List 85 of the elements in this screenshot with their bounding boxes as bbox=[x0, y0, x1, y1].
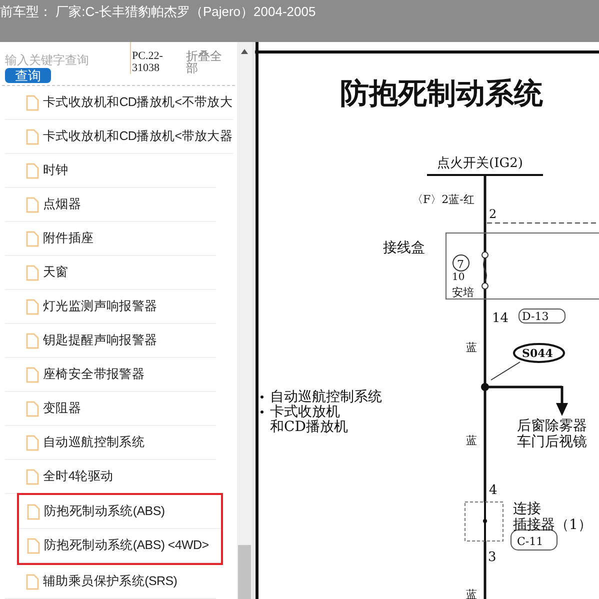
search-field[interactable]: 输入关键字查询 bbox=[5, 51, 125, 68]
bullet-dots bbox=[260, 396, 264, 414]
fuse-rating: 10 bbox=[452, 272, 465, 283]
connector-code-frame bbox=[510, 530, 558, 550]
diagram-label: 插接器（1） bbox=[513, 517, 592, 533]
file-list-item[interactable]: 时钟 bbox=[5, 154, 216, 188]
file-icon bbox=[26, 434, 39, 450]
file-icon bbox=[26, 366, 39, 382]
scroll-up-icon[interactable] bbox=[241, 49, 248, 54]
item-label: 点烟器 bbox=[43, 196, 82, 214]
diagram-label: 接线盒 bbox=[383, 240, 425, 256]
connector-drawing bbox=[464, 502, 504, 542]
diagram-label: 后窗除雾器 bbox=[517, 418, 587, 434]
bullet-item: 卡式收放机 bbox=[270, 404, 340, 420]
file-list-item[interactable]: 卡式收放机和CD播放机<不带放大 bbox=[5, 86, 233, 120]
file-list-item[interactable]: 变阻器 bbox=[5, 392, 216, 426]
file-icon bbox=[27, 538, 40, 554]
part-code: PC.22-31038 bbox=[130, 42, 176, 74]
wire-color: 蓝 bbox=[466, 341, 477, 354]
file-icon bbox=[26, 94, 39, 110]
file-list-item[interactable]: 全时4轮驱动 bbox=[5, 460, 216, 494]
search-button[interactable]: 查询 bbox=[5, 68, 51, 83]
diagram-label: 点火开关(IG2) bbox=[437, 156, 523, 171]
file-icon bbox=[26, 196, 39, 212]
item-label: 全时4轮驱动 bbox=[43, 468, 114, 486]
file-icon bbox=[26, 264, 39, 280]
window-title: 前车型： 厂家:C-长丰猎豹帕杰罗（Pajero）2004-2005 bbox=[0, 3, 316, 21]
file-icon bbox=[26, 162, 39, 178]
pin-number: 14 bbox=[492, 311, 509, 326]
fuse-number: 7 bbox=[457, 258, 464, 271]
diagram-label: 〈F〉2蓝-红 bbox=[412, 193, 474, 206]
leader-line bbox=[490, 362, 520, 380]
collapse-all-link[interactable]: 折叠全部 bbox=[186, 42, 228, 74]
wire-color: 蓝 bbox=[466, 588, 477, 599]
file-icon bbox=[26, 230, 39, 246]
file-list-item[interactable]: 自动巡航控制系统 bbox=[5, 426, 216, 460]
item-label: 卡式收放机和CD播放机<带放大器 bbox=[43, 128, 233, 146]
scrollbar[interactable] bbox=[237, 42, 252, 599]
item-label: 防抱死制动系统(ABS) <4WD> bbox=[44, 537, 209, 554]
item-label: 卡式收放机和CD播放机<不带放大 bbox=[43, 94, 233, 112]
file-icon bbox=[26, 298, 39, 314]
item-label: 变阻器 bbox=[43, 400, 82, 418]
file-list-item[interactable]: 灯光监测声响报警器 bbox=[5, 290, 216, 324]
bullet-item: 自动巡航控制系统 bbox=[270, 389, 382, 405]
item-label: 附件插座 bbox=[43, 230, 94, 248]
item-label: 防抱死制动系统(ABS) bbox=[44, 503, 165, 520]
bullet-item: 和CD播放机 bbox=[270, 419, 348, 435]
pin-number: 4 bbox=[489, 483, 498, 498]
file-list-item[interactable]: 钥匙提醒声响报警器 bbox=[5, 324, 216, 358]
pin-number: 2 bbox=[489, 207, 497, 221]
connector-code: D-13 bbox=[522, 310, 549, 323]
pin-number: 3 bbox=[488, 550, 496, 565]
connector-code-frame bbox=[518, 308, 566, 324]
diagram-title: 防抱死制动系统 bbox=[340, 76, 543, 110]
item-label: 钥匙提醒声响报警器 bbox=[43, 332, 158, 350]
connector-code: C-11 bbox=[517, 535, 544, 548]
file-list-item[interactable]: 防抱死制动系统(ABS) <4WD> bbox=[19, 529, 221, 563]
file-icon bbox=[26, 574, 39, 590]
file-list-item[interactable]: 座椅安全带报警器 bbox=[5, 358, 216, 392]
file-list-item[interactable]: 辅助乘员保护系统(SRS) bbox=[5, 565, 216, 599]
wire-color: 蓝 bbox=[466, 434, 477, 447]
scroll-thumb[interactable] bbox=[238, 545, 251, 599]
item-label: 辅助乘员保护系统(SRS) bbox=[43, 573, 178, 590]
item-label: 时钟 bbox=[43, 162, 68, 180]
splice-code: S044 bbox=[522, 347, 553, 360]
file-list-item[interactable]: 点烟器 bbox=[5, 188, 216, 222]
file-icon bbox=[27, 504, 40, 520]
item-label: 座椅安全带报警器 bbox=[43, 366, 145, 384]
item-label: 灯光监测声响报警器 bbox=[43, 298, 158, 316]
file-icon bbox=[26, 400, 39, 416]
file-icon bbox=[26, 332, 39, 348]
splice-frame bbox=[513, 343, 565, 363]
file-icon bbox=[26, 468, 39, 484]
fuse-circle bbox=[452, 254, 470, 272]
item-label: 自动巡航控制系统 bbox=[43, 434, 145, 452]
diagram-label: 车门后视镜 bbox=[517, 434, 587, 450]
item-label: 天窗 bbox=[43, 264, 68, 282]
file-list-item[interactable]: 附件插座 bbox=[5, 222, 216, 256]
fuse-unit: 安培 bbox=[452, 286, 474, 299]
file-icon bbox=[26, 128, 39, 144]
file-list-item[interactable]: 防抱死制动系统(ABS) bbox=[19, 495, 221, 529]
file-list-item[interactable]: 天窗 bbox=[5, 256, 216, 290]
diagram-label: 连接 bbox=[513, 501, 541, 517]
file-list-item[interactable]: 卡式收放机和CD播放机<带放大器 bbox=[5, 120, 233, 154]
fuse-drawing bbox=[482, 252, 488, 290]
